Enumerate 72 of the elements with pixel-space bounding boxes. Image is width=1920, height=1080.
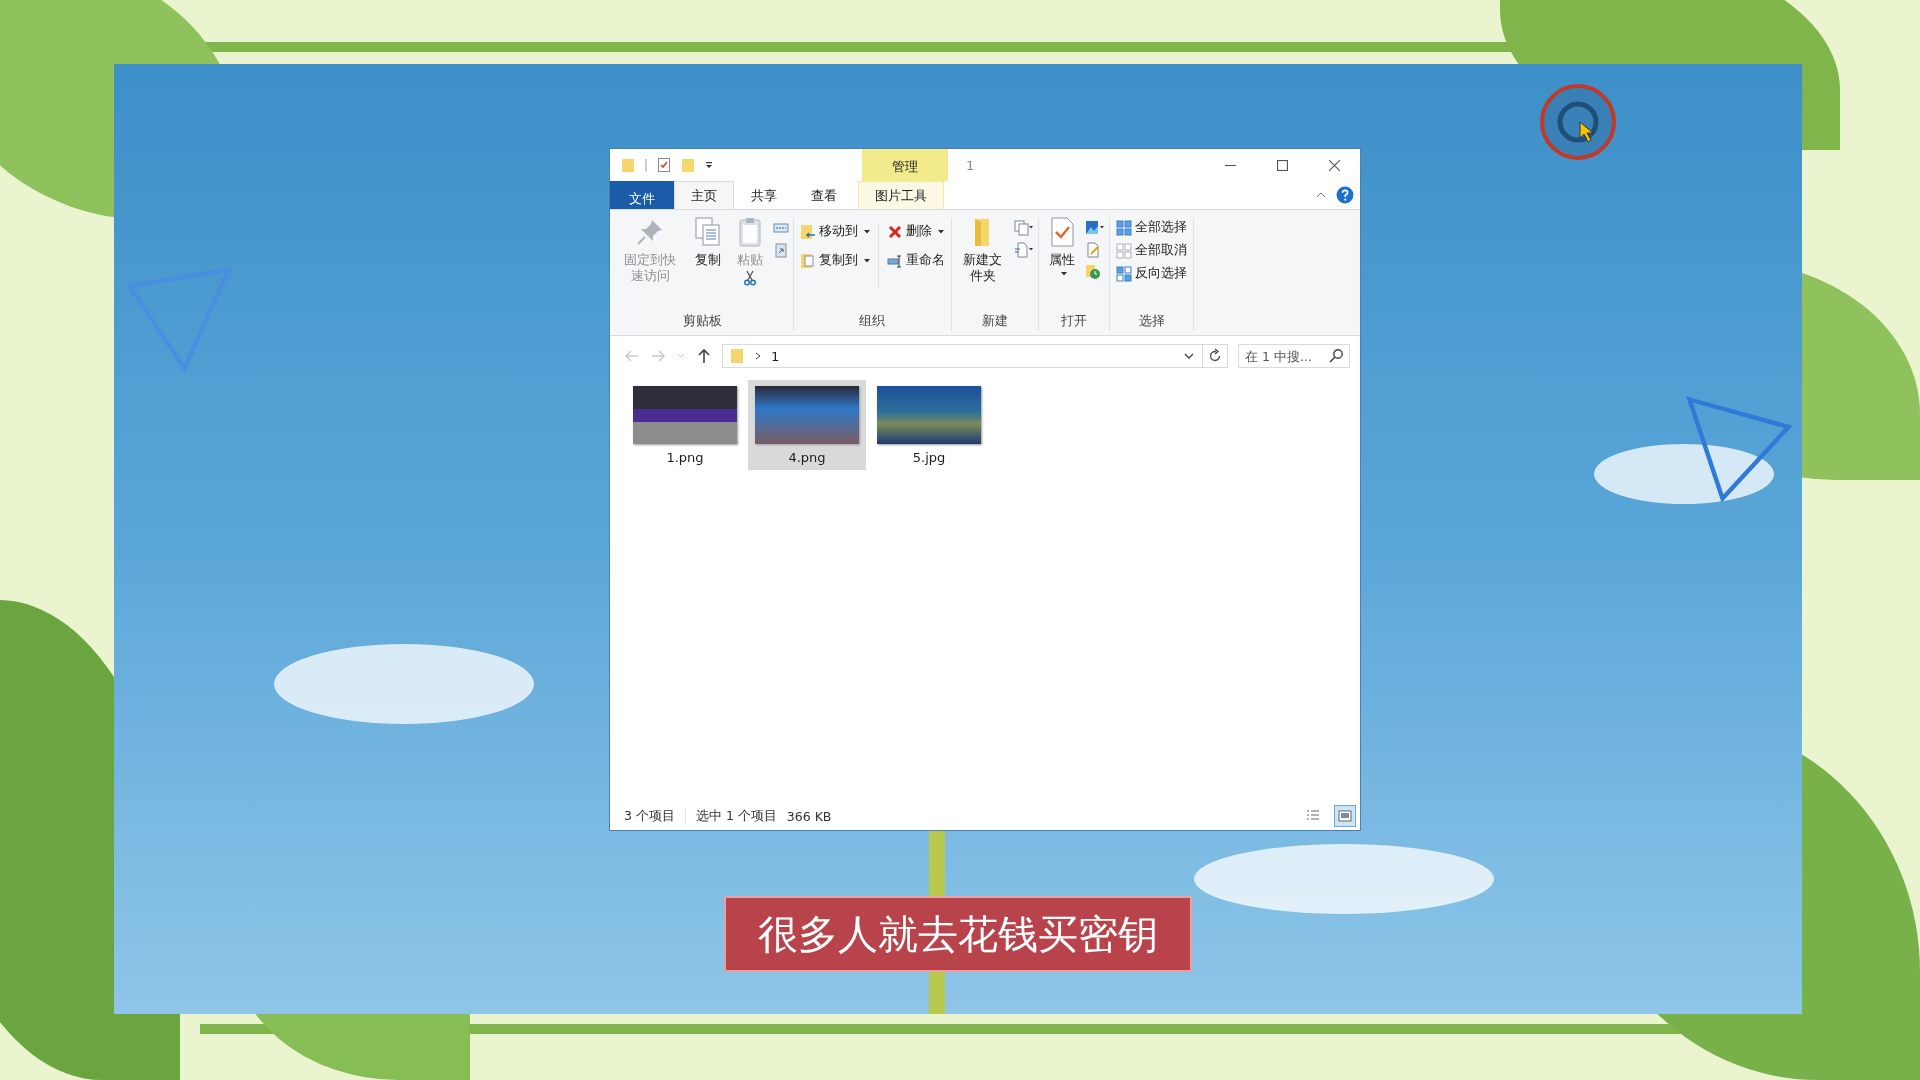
dropdown-icon[interactable] <box>704 160 715 170</box>
properties-button[interactable]: 属性 <box>1043 214 1082 279</box>
ribbon-group-label: 组织 <box>858 313 886 330</box>
ribbon-tab[interactable]: 共享 <box>734 181 794 209</box>
ribbon-tab[interactable]: 主页 <box>674 181 734 209</box>
folder-arrow-icon <box>799 223 816 240</box>
window-title: 1 <box>966 157 975 173</box>
ribbon-group-label: 新建 <box>980 313 1009 330</box>
context-tab-group-label: 管理 <box>862 149 948 181</box>
search-icon <box>1328 348 1344 364</box>
checklist-icon[interactable] <box>656 157 673 173</box>
large-icons-view-button[interactable] <box>1334 805 1356 827</box>
ribbon-group-label: 打开 <box>1060 313 1089 330</box>
selection-button[interactable]: 全部取消 <box>1114 241 1190 260</box>
paste-shortcut-icon[interactable] <box>772 242 789 258</box>
chevron-icon <box>753 351 763 361</box>
selection-size: 366 KB <box>786 808 832 824</box>
file-item[interactable]: 4.png <box>748 380 866 470</box>
caret-icon <box>937 229 944 234</box>
selection-count: 选中 1 个项目 <box>695 807 777 825</box>
subtitle-caption: 很多人就去花钱买密钥 <box>724 896 1192 972</box>
triangle-outline-icon <box>1684 394 1794 504</box>
copy-button[interactable]: 复制 <box>688 214 727 271</box>
file-name: 5.jpg <box>912 450 946 465</box>
ribbon-group-label: 选择 <box>1137 313 1166 330</box>
maximize-icon <box>1276 159 1288 171</box>
grid-squares-icon <box>1116 265 1133 282</box>
item-count: 3 个项目 <box>624 807 675 825</box>
caret-icon <box>863 229 870 234</box>
grid-squares-icon <box>1116 219 1133 236</box>
forward-arrow-icon[interactable] <box>650 348 666 364</box>
selection-button[interactable]: 全部选择 <box>1114 218 1190 237</box>
address-bar[interactable]: 1 <box>722 344 1228 368</box>
caret-icon <box>1060 272 1067 277</box>
folder-copy-icon <box>799 252 816 269</box>
move-to-button[interactable]: 移动到 <box>797 222 872 241</box>
path-segment[interactable]: 1 <box>771 348 780 364</box>
caret-icon <box>863 258 870 263</box>
edit-icon[interactable] <box>1085 242 1102 258</box>
file-name: 1.png <box>666 450 704 465</box>
thumbnail-view-icon <box>1337 808 1353 824</box>
grid-squares-icon <box>1116 242 1133 259</box>
up-arrow-icon[interactable] <box>696 348 712 364</box>
dropdown-icon[interactable] <box>1184 351 1194 361</box>
file-item[interactable]: 1.png <box>626 380 744 470</box>
toolbar-separator: | <box>644 158 649 172</box>
file-item[interactable]: 5.jpg <box>870 380 988 470</box>
rename-button[interactable]: 重命名 <box>884 251 947 270</box>
new-folder-button[interactable]: 新建文件夹 <box>955 214 1011 287</box>
picture-icon[interactable] <box>1085 220 1106 236</box>
back-arrow-icon[interactable] <box>624 348 640 364</box>
folder-icon <box>729 348 745 364</box>
ribbon-tab[interactable]: 查看 <box>794 181 854 209</box>
history-icon[interactable] <box>1085 264 1102 280</box>
rename-icon <box>886 252 903 269</box>
search-field[interactable]: 在 1 中搜... <box>1238 344 1350 368</box>
delete-x-icon <box>886 223 903 240</box>
help-icon[interactable] <box>1336 186 1354 204</box>
cursor-highlight-icon <box>1538 82 1618 162</box>
ribbon-tab[interactable]: 文件 <box>610 181 674 209</box>
ribbon-tab[interactable]: 图片工具 <box>858 181 944 209</box>
ribbon-group-label: 剪贴板 <box>681 313 723 330</box>
selection-button[interactable]: 反向选择 <box>1114 264 1190 283</box>
delete-button[interactable]: 删除 <box>884 222 947 241</box>
collapse-ribbon-icon[interactable] <box>1316 190 1326 200</box>
copy-to-button[interactable]: 复制到 <box>797 251 872 270</box>
copy-path-icon[interactable] <box>772 220 789 236</box>
easy-access-icon[interactable] <box>1014 242 1035 258</box>
file-name: 4.png <box>788 450 826 465</box>
new-item-icon[interactable] <box>1014 220 1035 236</box>
scissors-icon[interactable] <box>741 270 758 287</box>
close-icon <box>1328 159 1340 171</box>
